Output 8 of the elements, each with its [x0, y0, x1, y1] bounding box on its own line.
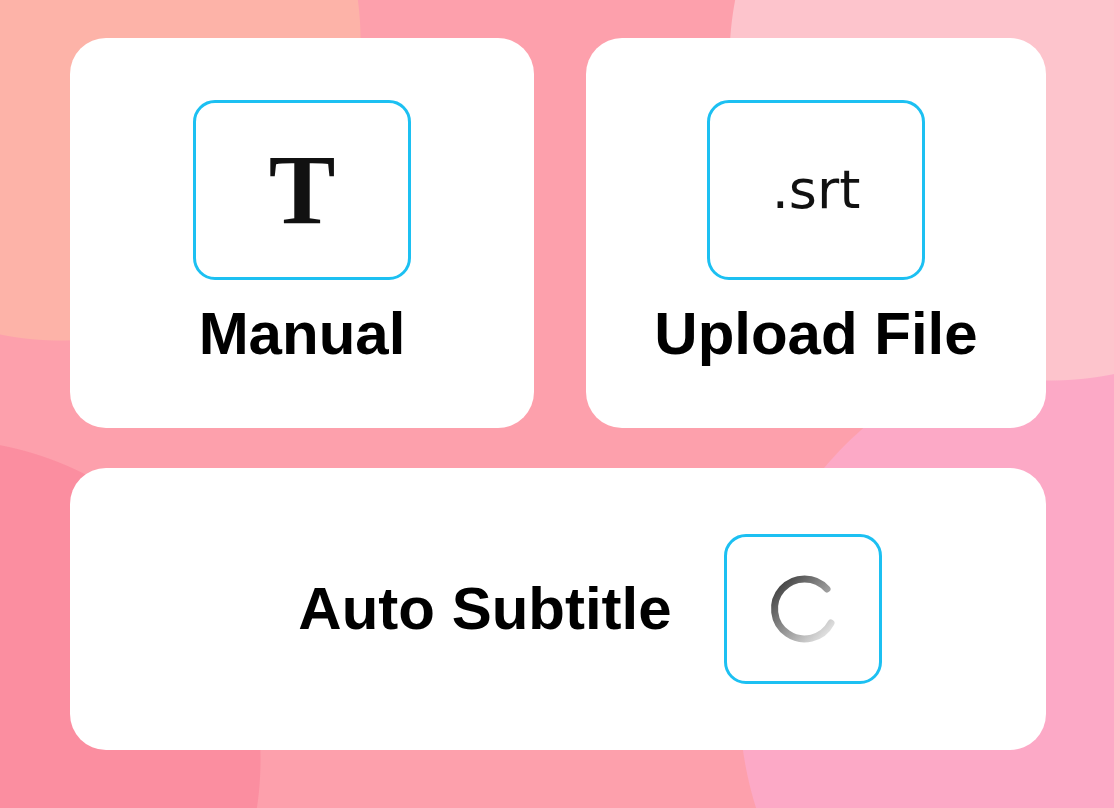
glyph-text: T: [268, 140, 336, 240]
option-label: Manual: [198, 304, 406, 364]
option-card[interactable]: .srt Upload File: [586, 38, 1046, 428]
option-label: Auto Subtitle: [298, 579, 672, 639]
option-label: Upload File: [654, 304, 978, 364]
glyph-text: .srt: [771, 163, 861, 217]
option-card[interactable]: T Manual: [70, 38, 534, 428]
option-card[interactable]: Auto Subtitle: [70, 468, 1046, 750]
